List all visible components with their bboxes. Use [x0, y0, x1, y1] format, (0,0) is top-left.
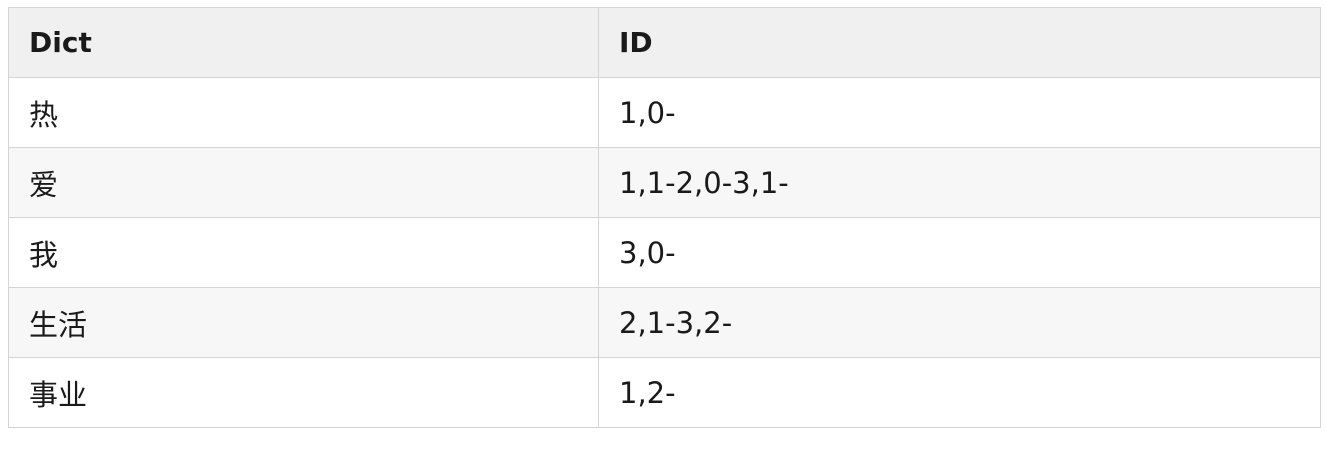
table-row: 生活 2,1-3,2- — [8, 287, 1321, 358]
header-dict: Dict — [8, 7, 599, 78]
id-cell: 2,1-3,2- — [598, 287, 1321, 358]
dict-cell: 爱 — [8, 147, 599, 218]
id-cell: 3,0- — [598, 217, 1321, 288]
id-cell: 1,2- — [598, 357, 1321, 428]
table-row: 事业 1,2- — [8, 357, 1321, 428]
table-header-row: Dict ID — [8, 7, 1321, 78]
table-row: 我 3,0- — [8, 217, 1321, 288]
id-cell: 1,1-2,0-3,1- — [598, 147, 1321, 218]
table-row: 热 1,0- — [8, 77, 1321, 148]
dict-cell: 我 — [8, 217, 599, 288]
dict-cell: 热 — [8, 77, 599, 148]
dict-table-container: Dict ID 热 1,0- 爱 1,1-2,0-3,1- 我 3,0- 生活 … — [8, 7, 1321, 428]
dict-table: Dict ID 热 1,0- 爱 1,1-2,0-3,1- 我 3,0- 生活 … — [8, 7, 1321, 428]
dict-cell: 生活 — [8, 287, 599, 358]
table-row: 爱 1,1-2,0-3,1- — [8, 147, 1321, 218]
id-cell: 1,0- — [598, 77, 1321, 148]
header-id: ID — [598, 7, 1321, 78]
dict-cell: 事业 — [8, 357, 599, 428]
